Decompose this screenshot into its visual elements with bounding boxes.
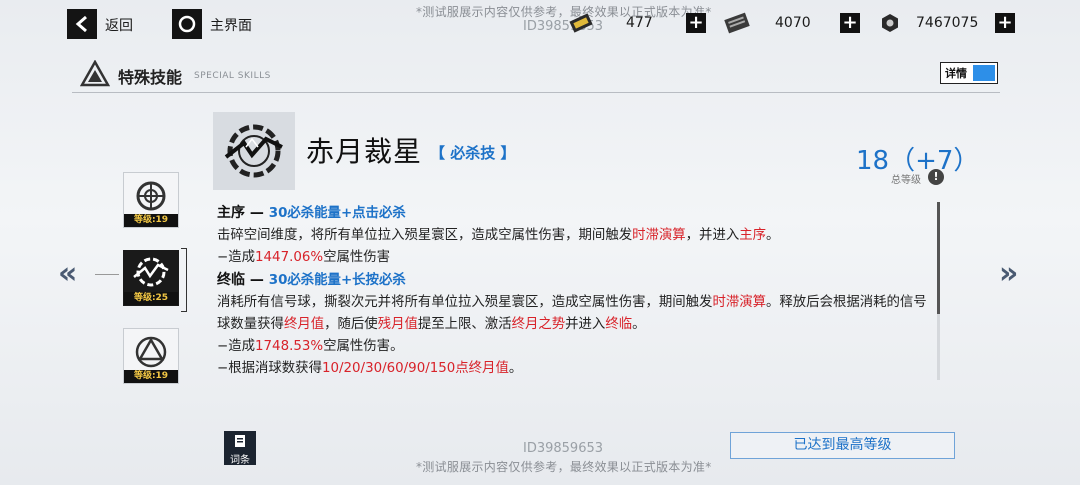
section-divider xyxy=(72,92,1000,93)
skill-tag: 【 必杀技 】 xyxy=(430,144,516,162)
prev-arrow-icon[interactable]: « xyxy=(58,256,77,291)
nut-icon xyxy=(882,14,898,32)
connector-line xyxy=(95,274,119,275)
skill-description: 主序 — 30必杀能量+点击必杀 击碎空间维度，将所有单位拉入殒星寰区，造成空属… xyxy=(217,202,932,380)
selection-bracket xyxy=(181,248,187,312)
skill-list-item[interactable]: 等级:19 xyxy=(123,328,179,384)
resource-ticket-value: 477 xyxy=(626,15,653,31)
skill-list-item[interactable]: 等级:19 xyxy=(123,172,179,228)
skill-level-badge: 等级:19 xyxy=(124,214,178,227)
final-damage: −造成1748.53%空属性伤害。 xyxy=(217,339,404,354)
skill-level-badge: 等级:19 xyxy=(124,370,178,383)
final-heading: 终临 — 30必杀能量+长按必杀 xyxy=(217,272,406,288)
skill-name: 赤月裁星 xyxy=(306,135,423,168)
scrollbar-thumb[interactable] xyxy=(937,202,940,314)
main-order-heading: 主序 — 30必杀能量+点击必杀 xyxy=(217,205,406,221)
user-id-bottom: ID39859653 xyxy=(523,441,604,456)
next-arrow-icon[interactable]: » xyxy=(999,256,1018,291)
triangle-skill-icon xyxy=(135,336,167,368)
section-subtitle: SPECIAL SKILLS xyxy=(194,71,271,81)
detail-switch xyxy=(973,65,995,81)
glossary-button[interactable]: 词条 xyxy=(224,431,256,466)
card-icon xyxy=(724,12,750,34)
info-icon[interactable]: ! xyxy=(928,169,944,185)
circle-home-icon xyxy=(178,15,196,33)
glossary-label: 词条 xyxy=(230,455,250,466)
detail-label: 详情 xyxy=(945,67,967,80)
resource-nut-value: 7467075 xyxy=(916,15,979,31)
target-skill-icon xyxy=(136,181,166,211)
test-notice-top: *测试服展示内容仅供参考，最终效果以正式版本为准* xyxy=(416,5,712,19)
max-level-button[interactable]: 已达到最高等级 xyxy=(730,432,955,459)
skill-thumbnail xyxy=(213,112,295,190)
resource-card-value: 4070 xyxy=(775,15,811,31)
home-label[interactable]: 主界面 xyxy=(210,15,252,35)
test-notice-bottom: *测试服展示内容仅供参考，最终效果以正式版本为准* xyxy=(416,460,712,474)
skill-level-badge: 等级:25 xyxy=(124,292,178,305)
chevron-left-icon xyxy=(75,15,87,33)
section-title: 特殊技能 xyxy=(118,68,183,87)
back-button[interactable] xyxy=(67,9,97,39)
moon-skill-icon xyxy=(224,124,283,178)
detail-toggle[interactable]: 详情 xyxy=(940,62,998,84)
skill-list-item-selected[interactable]: 等级:25 xyxy=(123,250,179,306)
main-order-damage: −造成1447.06%空属性伤害 xyxy=(217,250,391,265)
add-ticket-button[interactable]: + xyxy=(686,13,706,33)
total-level-label: 总等级 xyxy=(891,175,921,186)
moon-skill-icon xyxy=(133,257,169,287)
add-nut-button[interactable]: + xyxy=(995,13,1015,33)
document-icon xyxy=(235,435,245,447)
main-order-desc: 击碎空间维度，将所有单位拉入殒星寰区，造成空属性伤害，期间触发时滞演算，并进入主… xyxy=(217,228,780,243)
back-label[interactable]: 返回 xyxy=(105,15,133,35)
ticket-icon xyxy=(569,13,593,33)
add-card-button[interactable]: + xyxy=(840,13,860,33)
description-scrollbar[interactable] xyxy=(937,202,940,380)
special-skill-icon xyxy=(80,60,110,87)
final-desc: 消耗所有信号球，撕裂次元并将所有单位拉入殒星寰区，造成空属性伤害，期间触发时滞演… xyxy=(217,295,927,332)
home-button[interactable] xyxy=(172,9,202,39)
final-gain: −根据消球数获得10/20/30/60/90/150点终月值。 xyxy=(217,361,523,376)
